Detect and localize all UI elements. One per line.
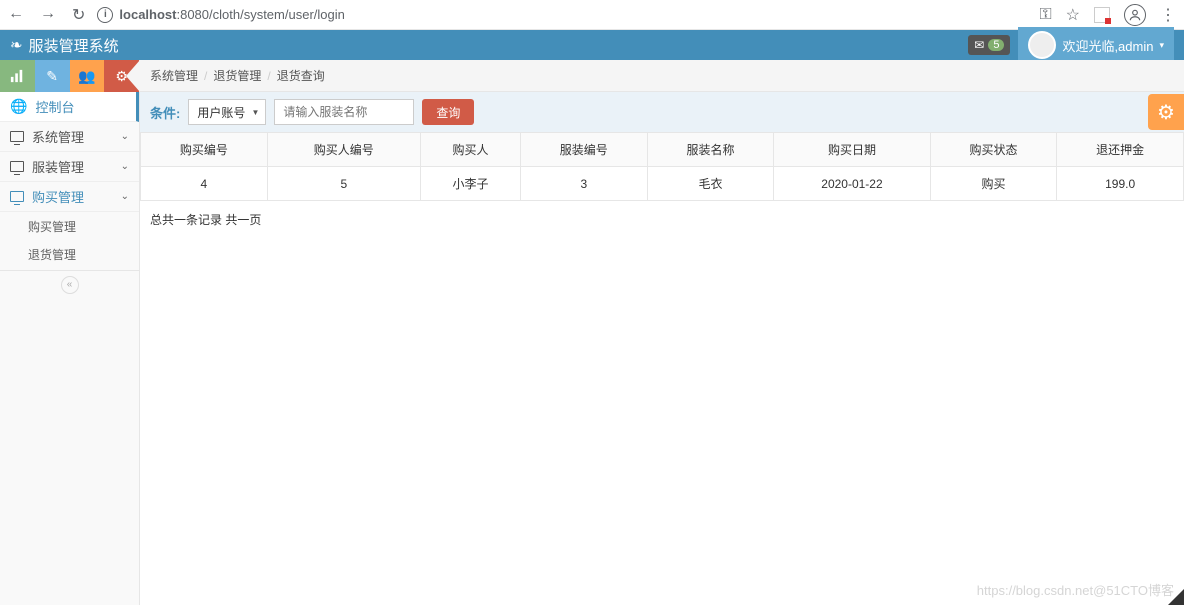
info-icon[interactable]: i	[97, 7, 113, 23]
filter-bar: 条件: 用户账号 查询 ⚙	[140, 92, 1184, 132]
menu-icon[interactable]: ⋮	[1160, 5, 1176, 25]
cell-deposit: 199.0	[1057, 167, 1184, 201]
breadcrumb: 系统管理 / 退货管理 / 退货查询	[140, 60, 1184, 92]
browser-right-icons: ⚿ ☆ ⋮	[1039, 4, 1176, 26]
monitor-icon	[10, 191, 24, 202]
forward-icon[interactable]: →	[40, 5, 56, 25]
breadcrumb-sep: /	[204, 69, 207, 83]
back-icon[interactable]: ←	[8, 5, 24, 25]
filter-select[interactable]: 用户账号	[188, 99, 266, 125]
monitor-icon	[10, 161, 24, 172]
sidebar-sub-return-mgmt[interactable]: 退货管理	[0, 240, 139, 268]
cell-date: 2020-01-22	[774, 167, 930, 201]
cell-buyer: 小李子	[420, 167, 520, 201]
chevron-down-icon: ⌄	[121, 131, 129, 142]
breadcrumb-lv1[interactable]: 系统管理	[150, 67, 198, 84]
cell-status: 购买	[930, 167, 1057, 201]
monitor-icon	[10, 131, 24, 142]
mail-badge: 5	[988, 39, 1004, 51]
chevron-down-icon: ⌄	[121, 161, 129, 172]
key-icon[interactable]: ⚿	[1039, 6, 1051, 24]
pagination-info: 总共一条记录 共一页	[140, 201, 1184, 238]
sidebar-item-purchase[interactable]: 购买管理 ⌄	[0, 182, 139, 212]
th-buyer: 购买人	[420, 133, 520, 167]
sidebar-item-system[interactable]: 系统管理 ⌄	[0, 122, 139, 152]
sidebar-collapse[interactable]: «	[0, 270, 139, 298]
th-deposit: 退还押金	[1057, 133, 1184, 167]
th-purchase-id: 购买编号	[141, 133, 268, 167]
app-header: ❧ 服装管理系统 ✉ 5 欢迎光临,admin ▾	[0, 30, 1184, 60]
app-title-text: 服装管理系统	[29, 35, 119, 56]
sidebar: ✎ 👥 ⚙ 🌐 控制台 系统管理 ⌄ 服装管理 ⌄ 购买管理 ⌄ 购买管理 退货…	[0, 60, 140, 605]
sidebar-sub-label: 购买管理	[28, 218, 76, 235]
breadcrumb-arrow	[126, 60, 140, 92]
cell-cloth-id: 3	[520, 167, 647, 201]
leaf-icon: ❧	[10, 36, 23, 54]
sidebar-item-cloth[interactable]: 服装管理 ⌄	[0, 152, 139, 182]
gear-icon: ⚙	[1157, 100, 1175, 125]
main-content: 系统管理 / 退货管理 / 退货查询 条件: 用户账号 查询 ⚙ 购买编号 购买…	[140, 60, 1184, 605]
sidebar-item-label: 购买管理	[32, 187, 84, 206]
table-header-row: 购买编号 购买人编号 购买人 服装编号 服装名称 购买日期 购买状态 退还押金	[141, 133, 1184, 167]
filter-label: 条件:	[150, 103, 180, 122]
tool-stats-button[interactable]	[0, 60, 35, 92]
browser-chrome: ← → ↻ i localhost:8080/cloth/system/user…	[0, 0, 1184, 30]
breadcrumb-lv2[interactable]: 退货管理	[213, 67, 261, 84]
extension-icon[interactable]	[1094, 7, 1110, 23]
cell-cloth-name: 毛衣	[647, 167, 774, 201]
cell-purchase-id: 4	[141, 167, 268, 201]
corner-resize	[1168, 589, 1184, 605]
th-status: 购买状态	[930, 133, 1057, 167]
profile-icon[interactable]	[1124, 4, 1146, 26]
nav-icons: ← → ↻	[8, 5, 85, 25]
app-title: ❧ 服装管理系统	[10, 35, 119, 56]
breadcrumb-lv3: 退货查询	[277, 67, 325, 84]
chevron-down-icon: ⌄	[121, 191, 129, 202]
search-button[interactable]: 查询	[422, 99, 474, 125]
star-icon[interactable]: ☆	[1066, 5, 1080, 25]
url-host: localhost	[119, 7, 176, 22]
sidebar-sub-label: 退货管理	[28, 246, 76, 263]
settings-gear-button[interactable]: ⚙	[1148, 94, 1184, 130]
table-row[interactable]: 4 5 小李子 3 毛衣 2020-01-22 购买 199.0	[141, 167, 1184, 201]
th-cloth-name: 服装名称	[647, 133, 774, 167]
sidebar-sub-purchase-mgmt[interactable]: 购买管理	[0, 212, 139, 240]
reload-icon[interactable]: ↻	[72, 5, 85, 25]
tool-edit-button[interactable]: ✎	[35, 60, 70, 92]
sidebar-console-label: 控制台	[35, 97, 74, 116]
th-cloth-id: 服装编号	[520, 133, 647, 167]
url-path: :8080/cloth/system/user/login	[176, 7, 344, 22]
filter-input[interactable]	[274, 99, 414, 125]
sidebar-item-label: 系统管理	[32, 127, 84, 146]
url-bar[interactable]: i localhost:8080/cloth/system/user/login	[97, 7, 1027, 23]
chevron-down-icon: ▾	[1159, 40, 1164, 51]
welcome-text: 欢迎光临,admin	[1062, 36, 1153, 55]
cell-buyer-id: 5	[267, 167, 420, 201]
tool-buttons: ✎ 👥 ⚙	[0, 60, 139, 92]
th-date: 购买日期	[774, 133, 930, 167]
mail-button[interactable]: ✉ 5	[968, 35, 1010, 55]
filter-select-value: 用户账号	[197, 104, 245, 121]
dashboard-icon: 🌐	[10, 98, 27, 115]
user-menu[interactable]: 欢迎光临,admin ▾	[1018, 27, 1174, 63]
th-buyer-id: 购买人编号	[267, 133, 420, 167]
tool-users-button[interactable]: 👥	[70, 60, 105, 92]
envelope-icon: ✉	[974, 38, 984, 52]
avatar	[1028, 31, 1056, 59]
data-table: 购买编号 购买人编号 购买人 服装编号 服装名称 购买日期 购买状态 退还押金 …	[140, 132, 1184, 201]
breadcrumb-sep: /	[267, 69, 270, 83]
sidebar-console[interactable]: 🌐 控制台	[0, 92, 139, 122]
sidebar-item-label: 服装管理	[32, 157, 84, 176]
